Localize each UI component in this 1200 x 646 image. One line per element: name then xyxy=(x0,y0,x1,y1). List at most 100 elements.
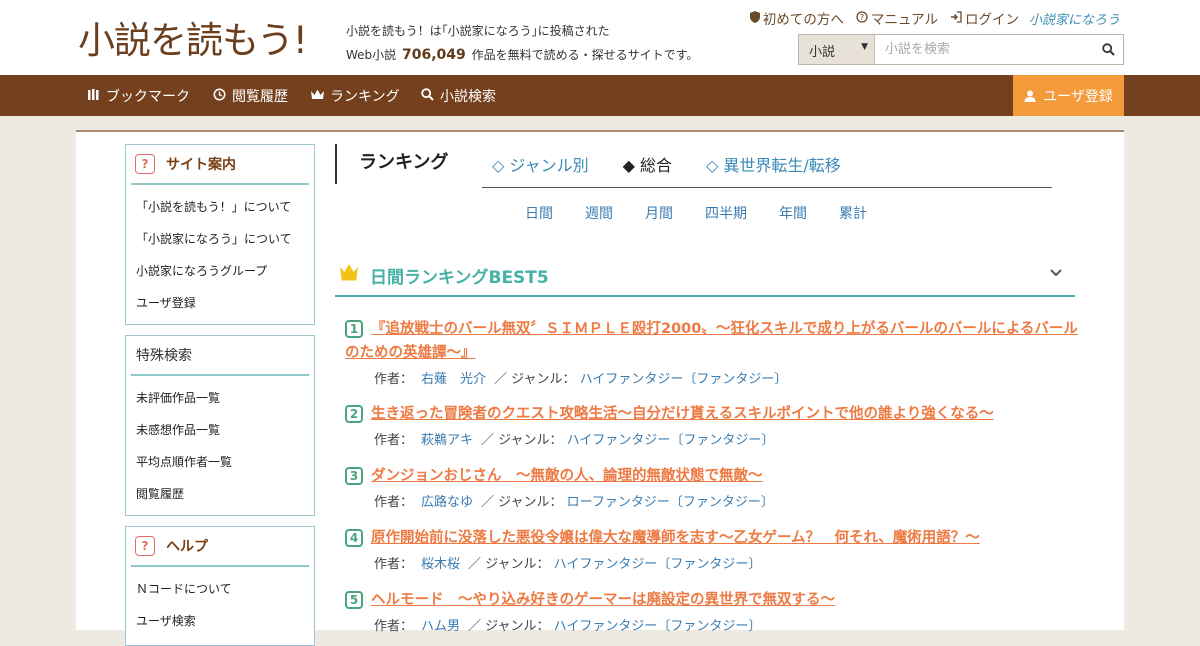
entry-meta: 作者： ハム男／ ジャンル： ハイファンタジー〔ファンタジー〕 xyxy=(374,619,762,634)
search-button[interactable] xyxy=(1093,35,1123,64)
best5-title: 日間ランキングBEST5 xyxy=(370,268,549,288)
user-icon xyxy=(1024,90,1036,102)
rank-number-badge: 4 xyxy=(345,528,363,547)
rank-number-badge: 3 xyxy=(345,466,363,485)
genre-link[interactable]: ローファンタジー〔ファンタジー〕 xyxy=(567,495,774,510)
nav-ranking[interactable]: ランキング xyxy=(311,75,400,116)
crown-icon xyxy=(311,89,324,103)
main-nav: ブックマーク 閲覧履歴 ランキング 小説検索 ユーザ登録 xyxy=(0,75,1200,116)
period-tabs: 日間 週間 月間 四半期 年間 累計 xyxy=(525,203,899,223)
author-link[interactable]: 桜木桜 xyxy=(421,557,460,572)
user-register-button[interactable]: ユーザ登録 xyxy=(1013,75,1124,116)
question-circle-icon: ? xyxy=(856,10,868,26)
nav-history[interactable]: 閲覧履歴 xyxy=(213,75,288,116)
tab-genre[interactable]: ◇ ジャンル別 xyxy=(492,152,589,176)
entry-meta: 作者： 桜木桜／ ジャンル： ハイファンタジー〔ファンタジー〕 xyxy=(374,557,762,572)
svg-text:?: ? xyxy=(860,13,864,22)
search-bar: 小説 ▼ xyxy=(798,34,1124,65)
search-icon xyxy=(421,87,434,104)
tab-isekai[interactable]: ◇ 異世界転生/転移 xyxy=(706,152,841,176)
sidebar-site-guide: ? サイト案内 「小説を読もう！」について 「小説家になろう」について 小説家に… xyxy=(125,144,315,325)
sidebar-item-avg-authors[interactable]: 平均点順作者一覧 xyxy=(126,448,314,480)
novel-title-link[interactable]: ヘルモード ～やり込み好きのゲーマーは廃設定の異世界で無双する～ xyxy=(371,592,835,608)
sidebar-item-narou-group[interactable]: 小説家になろうグループ xyxy=(126,257,314,289)
rank-number-badge: 5 xyxy=(345,590,363,609)
site-tagline: 小説を読もう！は｢小説家になろう｣に投稿された Web小説 706,049 作品… xyxy=(346,19,698,67)
site-logo[interactable]: 小説を読もう! xyxy=(78,16,330,62)
ranking-entry: 1 『追放戦士のバール無双〞ＳＩＭＰＬＥ殴打2000〟～狂化スキルで成り上がるバー… xyxy=(345,317,1085,387)
search-input[interactable] xyxy=(875,35,1093,64)
shield-icon xyxy=(749,10,760,26)
entry-meta: 作者： 広路なゆ／ ジャンル： ローファンタジー〔ファンタジー〕 xyxy=(374,495,774,510)
entry-meta: 作者： 右薙 光介／ ジャンル： ハイファンタジー〔ファンタジー〕 xyxy=(374,372,788,387)
caret-down-icon: ▼ xyxy=(861,42,868,52)
ranking-title: ランキング xyxy=(335,144,448,184)
sidebar-item-no-reviews[interactable]: 未感想作品一覧 xyxy=(126,416,314,448)
author-link[interactable]: 萩鵜アキ xyxy=(421,433,473,448)
genre-link[interactable]: ハイファンタジー〔ファンタジー〕 xyxy=(567,433,775,448)
sidebar-special-search: 特殊検索 未評価作品一覧 未感想作品一覧 平均点順作者一覧 閲覧履歴 xyxy=(125,335,315,516)
tab-overall[interactable]: ◆ 総合 xyxy=(623,152,672,176)
ranking-entry: 5 ヘルモード ～やり込み好きのゲーマーは廃設定の異世界で無双する～ 作者： ハム男… xyxy=(345,588,1085,634)
help-question-icon: ? xyxy=(135,536,155,556)
tagline-line1: 小説を読もう！は｢小説家になろう｣に投稿された xyxy=(346,24,610,38)
ranking-entry: 3 ダンジョンおじさん ～無敵の人、論理的無敵状態で無敵～ 作者： 広路なゆ／ ジャ… xyxy=(345,464,1085,510)
sidebar-item-ncode[interactable]: Ｎコードについて xyxy=(126,575,314,607)
best5-header[interactable]: 日間ランキングBEST5 xyxy=(335,259,1075,297)
narou-partner-logo[interactable]: 小説家になろう xyxy=(1029,9,1120,28)
top-links: 初めての方へ ? マニュアル ログイン 小説家になろう xyxy=(738,8,1120,28)
period-yearly[interactable]: 年間 xyxy=(779,203,807,223)
period-daily[interactable]: 日間 xyxy=(525,203,553,223)
sidebar-item-about-narou[interactable]: 「小説家になろう」について xyxy=(126,225,314,257)
bookmark-icon xyxy=(88,88,100,103)
genre-link[interactable]: ハイファンタジー〔ファンタジー〕 xyxy=(554,619,762,634)
period-quarterly[interactable]: 四半期 xyxy=(705,203,747,223)
beginners-link[interactable]: 初めての方へ xyxy=(749,8,844,28)
sidebar-item-user-search[interactable]: ユーザ検索 xyxy=(126,607,314,639)
novel-title-link[interactable]: 生き返った冒険者のクエスト攻略生活～自分だけ貰えるスキルポイントで他の誰より強く… xyxy=(371,406,994,422)
chevron-down-icon[interactable] xyxy=(1049,263,1063,282)
author-link[interactable]: 広路なゆ xyxy=(421,495,473,510)
crown-icon xyxy=(339,263,359,285)
sidebar-help: ? ヘルプ Ｎコードについて ユーザ検索 xyxy=(125,526,315,646)
ranking-tabs: ◇ ジャンル別 ◆ 総合 ◇ 異世界転生/転移 xyxy=(492,152,875,176)
ranking-entry: 4 原作開始前に没落した悪役令嬢は偉大な魔導師を志す～乙女ゲーム？ 何それ、魔術用… xyxy=(345,526,1085,572)
sidebar-item-unrated[interactable]: 未評価作品一覧 xyxy=(126,384,314,416)
ranking-entry: 2 生き返った冒険者のクエスト攻略生活～自分だけ貰えるスキルポイントで他の誰より強… xyxy=(345,402,1085,448)
sidebar-item-about-yomou[interactable]: 「小説を読もう！」について xyxy=(126,193,314,225)
period-monthly[interactable]: 月間 xyxy=(645,203,673,223)
help-header: ? ヘルプ xyxy=(131,527,309,567)
author-link[interactable]: 右薙 光介 xyxy=(421,372,486,387)
login-icon xyxy=(950,10,962,26)
manual-link[interactable]: ? マニュアル xyxy=(856,8,938,28)
main-content: ? サイト案内 「小説を読もう！」について 「小説家になろう」について 小説家に… xyxy=(76,130,1124,646)
novel-title-link[interactable]: 原作開始前に没落した悪役令嬢は偉大な魔導師を志す～乙女ゲーム？ 何それ、魔術用語… xyxy=(371,530,980,546)
nav-novel-search[interactable]: 小説検索 xyxy=(421,75,496,116)
sidebar-item-user-register[interactable]: ユーザ登録 xyxy=(126,289,314,321)
tagline-line2: Web小説 706,049 作品を無料で読める・探せるサイトです。 xyxy=(346,47,699,63)
period-total[interactable]: 累計 xyxy=(839,203,867,223)
genre-link[interactable]: ハイファンタジー〔ファンタジー〕 xyxy=(554,557,762,572)
svg-text:小説を読もう!: 小説を読もう! xyxy=(78,19,307,62)
work-count: 706,049 xyxy=(402,47,466,63)
special-search-header: 特殊検索 xyxy=(131,336,309,376)
nav-bookmark[interactable]: ブックマーク xyxy=(88,75,190,116)
search-category-select[interactable]: 小説 ▼ xyxy=(799,35,875,64)
author-link[interactable]: ハム男 xyxy=(421,619,460,634)
rank-number-badge: 2 xyxy=(345,404,363,423)
genre-link[interactable]: ハイファンタジー〔ファンタジー〕 xyxy=(580,372,788,387)
ranking-header: ランキング ◇ ジャンル別 ◆ 総合 ◇ 異世界転生/転移 xyxy=(335,144,1075,186)
tab-divider xyxy=(482,187,1052,188)
site-header: 小説を読もう! 小説を読もう！は｢小説家になろう｣に投稿された Web小説 70… xyxy=(0,0,1200,75)
novel-title-link[interactable]: ダンジョンおじさん ～無敵の人、論理的無敵状態で無敵～ xyxy=(371,468,763,484)
help-question-icon: ? xyxy=(135,154,155,174)
site-guide-header: ? サイト案内 xyxy=(131,145,309,185)
sidebar-item-history[interactable]: 閲覧履歴 xyxy=(126,480,314,512)
history-icon xyxy=(213,88,226,104)
login-link[interactable]: ログイン xyxy=(950,8,1019,28)
novel-title-link[interactable]: 『追放戦士のバール無双〞ＳＩＭＰＬＥ殴打2000〟～狂化スキルで成り上がるバール… xyxy=(345,321,1078,361)
search-icon xyxy=(1101,43,1115,56)
entry-meta: 作者： 萩鵜アキ／ ジャンル： ハイファンタジー〔ファンタジー〕 xyxy=(374,433,775,448)
rank-number-badge: 1 xyxy=(345,319,363,338)
period-weekly[interactable]: 週間 xyxy=(585,203,613,223)
